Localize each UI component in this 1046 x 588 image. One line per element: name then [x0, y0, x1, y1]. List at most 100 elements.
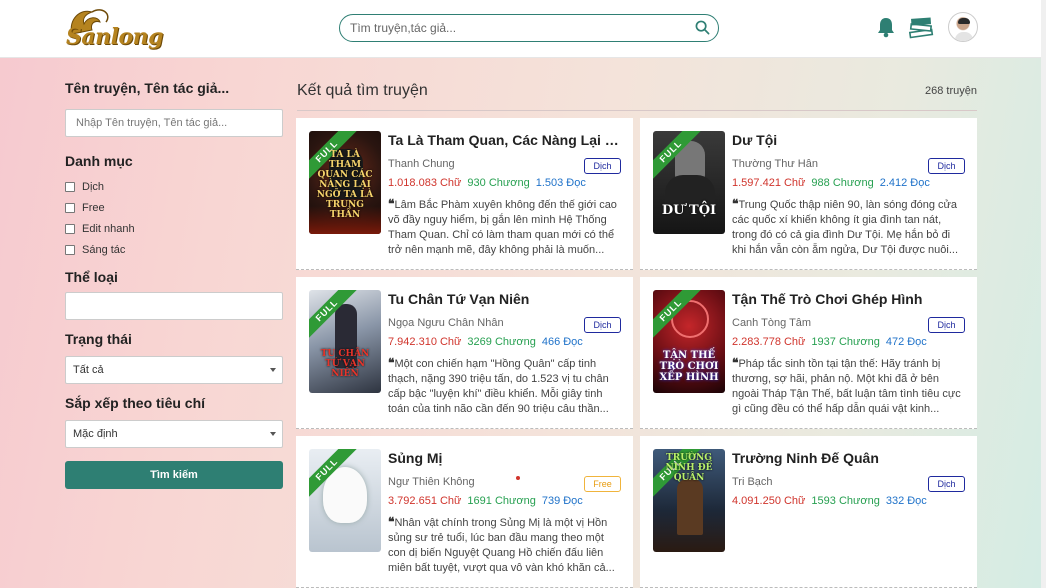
book-title[interactable]: Dư Tội: [732, 132, 964, 148]
sort-select[interactable]: Mặc định: [65, 420, 283, 448]
avatar-hair: [958, 18, 970, 24]
book-author[interactable]: Thanh Chung: [388, 158, 455, 170]
genre-input[interactable]: [65, 292, 283, 320]
category-badge: Dịch: [584, 158, 621, 174]
cover-title: TA LÀ THAM QUAN CÁC NÀNG LẠI NGỠ TA LÀ T…: [316, 150, 374, 220]
chapter-count: 930 Chương: [467, 177, 530, 189]
book-card[interactable]: FULL DƯ TỘI Dư Tội Thường Thư Hân Dịch 1…: [640, 118, 977, 270]
chapter-count: 1691 Chương: [467, 495, 536, 507]
checkbox-label: Free: [82, 201, 105, 214]
category-badge: Dịch: [928, 476, 965, 492]
category-checkbox-free[interactable]: Free: [65, 197, 283, 218]
book-author[interactable]: Canh Tòng Tâm: [732, 317, 811, 329]
description-text: Trung Quốc thập niên 90, làn sóng đóng c…: [732, 199, 958, 256]
logo-text: Sanlong: [66, 24, 164, 50]
cover-title: TRƯỜNG NINH ĐẾ QUÂN: [665, 453, 713, 483]
chapter-count: 988 Chương: [811, 177, 874, 189]
genre-label: Thể loại: [65, 269, 118, 285]
book-description: ❝Pháp tắc sinh tồn tại tận thế: Hãy trán…: [732, 356, 967, 416]
book-card[interactable]: FULL TRƯỜNG NINH ĐẾ QUÂN Trường Ninh Đế …: [640, 436, 977, 588]
divider: [297, 110, 977, 111]
book-card[interactable]: FULL TA LÀ THAM QUAN CÁC NÀNG LẠI NGỠ TA…: [296, 118, 633, 270]
search-bar: [339, 14, 719, 42]
avatar-body: [955, 32, 973, 41]
book-title[interactable]: Tận Thế Trò Chơi Ghép Hình: [732, 291, 964, 307]
word-count: 3.792.651 Chữ: [388, 495, 462, 507]
word-count: 1.018.083 Chữ: [388, 177, 462, 189]
book-cover[interactable]: FULL: [309, 449, 381, 552]
category-badge: Free: [584, 476, 621, 492]
word-count: 2.283.778 Chữ: [732, 336, 806, 348]
book-cover[interactable]: FULL TU CHÂN TỨ VẠN NIÊN: [309, 290, 381, 393]
books-icon[interactable]: [908, 16, 934, 40]
book-cover[interactable]: FULL TRƯỜNG NINH ĐẾ QUÂN: [653, 449, 725, 552]
category-checkbox-dich[interactable]: Dịch: [65, 176, 283, 197]
book-title[interactable]: Sủng Mị: [388, 450, 620, 466]
bell-icon[interactable]: [876, 16, 896, 38]
category-checkbox-edit-nhanh[interactable]: Edit nhanh: [65, 218, 283, 239]
chapter-count: 1937 Chương: [811, 336, 880, 348]
book-card[interactable]: FULL TẬN THẾ TRÒ CHƠI XẾP HÌNH Tận Thế T…: [640, 277, 977, 429]
read-count: 2.412 Đọc: [879, 177, 930, 189]
name-filter-label: Tên truyện, Tên tác giả...: [65, 80, 230, 96]
description-text: Pháp tắc sinh tồn tại tận thế: Hãy tránh…: [732, 358, 961, 415]
book-stats: 2.283.778 Chữ 1937 Chương 472 Đọc: [732, 336, 927, 348]
name-filter-input[interactable]: [65, 109, 283, 137]
book-cover[interactable]: FULL TẬN THẾ TRÒ CHƠI XẾP HÌNH: [653, 290, 725, 393]
search-icon[interactable]: [695, 20, 710, 35]
category-badge: Dịch: [928, 317, 965, 333]
status-select[interactable]: Tất cả: [65, 356, 283, 384]
caret-down-icon: [270, 432, 276, 436]
search-button[interactable]: Tìm kiếm: [65, 461, 283, 489]
cover-title: TẬN THẾ TRÒ CHƠI XẾP HÌNH: [659, 350, 719, 383]
chapter-count: 3269 Chương: [467, 336, 536, 348]
category-label: Danh mục: [65, 153, 133, 169]
word-count: 1.597.421 Chữ: [732, 177, 806, 189]
word-count: 4.091.250 Chữ: [732, 495, 806, 507]
book-title[interactable]: Ta Là Tham Quan, Các Nàng Lại N...: [388, 132, 620, 148]
book-title[interactable]: Tu Chân Tứ Vạn Niên: [388, 291, 620, 307]
category-checkbox-sang-tac[interactable]: Sáng tác: [65, 239, 283, 260]
read-count: 1.503 Đọc: [535, 177, 586, 189]
chapter-count: 1593 Chương: [811, 495, 880, 507]
category-badge: Dịch: [928, 158, 965, 174]
book-title[interactable]: Trường Ninh Đế Quân: [732, 450, 964, 466]
book-author[interactable]: Ngọa Ngưu Chân Nhân: [388, 317, 504, 329]
book-stats: 1.018.083 Chữ 930 Chương 1.503 Đọc: [388, 177, 586, 189]
site-logo[interactable]: Sanlong: [62, 4, 164, 54]
checkbox-label: Sáng tác: [82, 243, 126, 256]
category-badge: Dịch: [584, 317, 621, 333]
checkbox-label: Dịch: [82, 180, 105, 193]
red-dot: [516, 476, 520, 480]
book-description: ❝Một con chiến hạm "Hồng Quân" cấp tinh …: [388, 356, 623, 416]
checkbox[interactable]: [65, 244, 75, 255]
book-cover[interactable]: FULL DƯ TỘI: [653, 131, 725, 234]
read-count: 472 Đọc: [885, 336, 927, 348]
checkbox[interactable]: [65, 202, 75, 213]
description-text: Nhân vật chính trong Sủng Mị là một vị H…: [388, 517, 615, 574]
filter-sidebar: Tên truyện, Tên tác giả... Danh mục Dịch…: [65, 78, 283, 489]
status-label: Trạng thái: [65, 331, 132, 347]
word-count: 7.942.310 Chữ: [388, 336, 462, 348]
book-author[interactable]: Ngư Thiên Không: [388, 476, 475, 488]
avatar[interactable]: [948, 12, 978, 42]
book-card[interactable]: FULL TU CHÂN TỨ VẠN NIÊN Tu Chân Tứ Vạn …: [296, 277, 633, 429]
search-input[interactable]: [350, 18, 690, 38]
book-description: ❝Lâm Bắc Phàm xuyên không đến thế giới c…: [388, 197, 623, 257]
book-stats: 4.091.250 Chữ 1593 Chương 332 Đọc: [732, 495, 927, 507]
checkbox[interactable]: [65, 223, 75, 234]
book-card[interactable]: FULL Sủng Mị Ngư Thiên Không Free 3.792.…: [296, 436, 633, 588]
page-scrollbar[interactable]: [1041, 0, 1046, 588]
book-stats: 3.792.651 Chữ 1691 Chương 739 Đọc: [388, 495, 583, 507]
book-stats: 1.597.421 Chữ 988 Chương 2.412 Đọc: [732, 177, 930, 189]
cover-figure: [677, 479, 703, 535]
cover-title: DƯ TỘI: [661, 203, 717, 218]
book-cover[interactable]: FULL TA LÀ THAM QUAN CÁC NÀNG LẠI NGỠ TA…: [309, 131, 381, 234]
result-count: 268 truyện: [925, 85, 977, 97]
checkbox[interactable]: [65, 181, 75, 192]
cover-title: TU CHÂN TỨ VẠN NIÊN: [320, 349, 370, 379]
top-header: Sanlong: [0, 0, 1046, 58]
book-author[interactable]: Tri Bạch: [732, 476, 773, 488]
read-count: 466 Đọc: [541, 336, 583, 348]
book-author[interactable]: Thường Thư Hân: [732, 158, 818, 170]
